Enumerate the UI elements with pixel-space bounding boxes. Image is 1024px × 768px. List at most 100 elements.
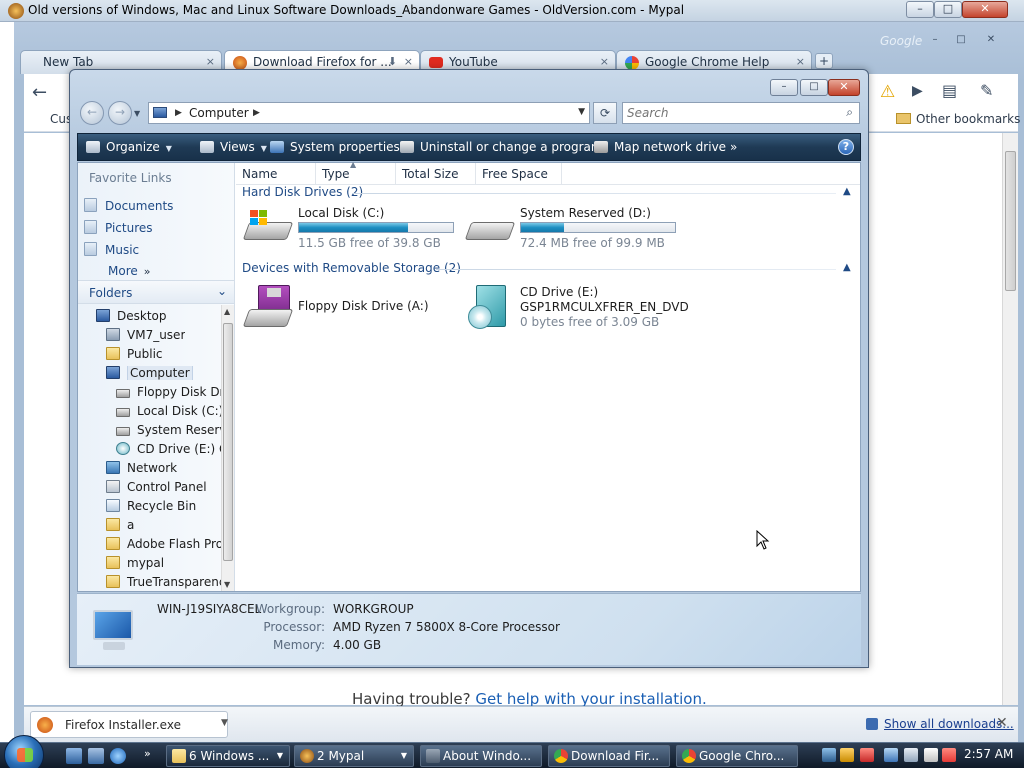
taskbar-clock[interactable]: 2:57 AM bbox=[964, 747, 1013, 761]
tree-node-mypal[interactable]: mypal bbox=[106, 556, 164, 570]
map-network-drive-button[interactable]: Map network drive bbox=[594, 140, 726, 154]
help-icon[interactable]: ? bbox=[838, 139, 854, 155]
download-item[interactable]: Firefox Installer.exe ▼ bbox=[30, 711, 228, 738]
tab-close-icon[interactable]: × bbox=[796, 55, 805, 68]
breadcrumb-separator-icon[interactable]: ▶ bbox=[175, 108, 182, 118]
explorer-forward-button[interactable] bbox=[108, 101, 132, 125]
explorer-search-box[interactable]: ⌕ bbox=[622, 102, 860, 124]
taskbar-button-about-windows[interactable]: About Windo... bbox=[420, 745, 542, 767]
collapse-group-icon[interactable]: ▲ bbox=[843, 262, 851, 273]
column-header-total-size[interactable]: Total Size bbox=[396, 163, 476, 185]
tree-node-public[interactable]: Public bbox=[106, 347, 163, 361]
system-properties-button[interactable]: System properties bbox=[270, 140, 400, 154]
address-dropdown-icon[interactable]: ▼ bbox=[578, 107, 585, 117]
drive-cd-e[interactable]: CD Drive (E:) GSP1RMCULXFRER_EN_DVD 0 by… bbox=[466, 285, 716, 337]
scrollbar-thumb[interactable] bbox=[223, 323, 233, 561]
tab-close-icon[interactable]: × bbox=[206, 55, 215, 68]
security-alert-icon[interactable] bbox=[860, 748, 874, 762]
tree-node-system-reserved[interactable]: System Reserve bbox=[116, 423, 221, 437]
taskbar-button-download-firefox[interactable]: Download Fir... bbox=[548, 745, 670, 767]
chrome-maximize-button[interactable]: □ bbox=[950, 34, 972, 48]
search-input[interactable] bbox=[627, 105, 827, 121]
explorer-close-button[interactable]: ✕ bbox=[828, 79, 860, 96]
folder-tree-scrollbar[interactable]: ▲ ▼ bbox=[221, 305, 234, 591]
breadcrumb-separator-icon[interactable]: ▶ bbox=[253, 108, 260, 118]
tree-node-network[interactable]: Network bbox=[106, 461, 177, 475]
scroll-down-icon[interactable]: ▼ bbox=[224, 580, 230, 589]
explorer-back-button[interactable] bbox=[80, 101, 104, 125]
tree-node-floppy[interactable]: Floppy Disk Dr bbox=[116, 385, 221, 399]
uninstall-program-button[interactable]: Uninstall or change a program bbox=[400, 140, 603, 154]
explorer-address-bar[interactable]: ▶ Computer ▶ ▼ bbox=[148, 102, 590, 124]
page-scrollbar[interactable] bbox=[1002, 133, 1018, 705]
show-all-downloads-link[interactable]: Show all downloads... bbox=[866, 717, 1014, 731]
search-icon[interactable]: ⌕ bbox=[846, 105, 853, 120]
views-button[interactable]: Views ▼ bbox=[200, 140, 267, 154]
tray-extra-icon[interactable] bbox=[924, 748, 938, 762]
show-desktop-icon[interactable] bbox=[66, 748, 82, 764]
scroll-up-icon[interactable]: ▲ bbox=[224, 307, 230, 316]
security-shield-icon[interactable] bbox=[840, 748, 854, 762]
favorite-link-documents[interactable]: Documents bbox=[84, 198, 173, 213]
new-tab-button[interactable]: + bbox=[815, 53, 833, 69]
tree-node-user[interactable]: VM7_user bbox=[106, 328, 185, 342]
wrench-icon[interactable]: ✎ bbox=[980, 81, 993, 100]
tree-node-control-panel[interactable]: Control Panel bbox=[106, 480, 207, 494]
internet-explorer-icon[interactable] bbox=[110, 748, 126, 764]
group-header-removable-storage[interactable]: Devices with Removable Storage (2) bbox=[242, 261, 461, 275]
drive-system-reserved-d[interactable]: System Reserved (D:) 72.4 MB free of 99.… bbox=[464, 206, 686, 252]
mypal-close-button[interactable]: ✕ bbox=[962, 1, 1008, 18]
collapse-group-icon[interactable]: ▲ bbox=[843, 186, 851, 197]
taskbar-button-windows-group[interactable]: 6 Windows ... ▼ bbox=[166, 745, 290, 767]
favorite-links-more[interactable]: More » bbox=[108, 264, 150, 278]
chrome-close-button[interactable]: ✕ bbox=[980, 34, 1002, 48]
warning-icon[interactable]: ⚠ bbox=[880, 82, 895, 102]
start-button[interactable] bbox=[4, 735, 44, 768]
switch-windows-icon[interactable] bbox=[88, 748, 104, 764]
favorite-link-music[interactable]: Music bbox=[84, 242, 139, 257]
favorite-link-pictures[interactable]: Pictures bbox=[84, 220, 153, 235]
tray-warning-icon[interactable] bbox=[942, 748, 956, 762]
play-arrow-icon[interactable]: ▶ bbox=[912, 83, 923, 99]
download-menu-arrow-icon[interactable]: ▼ bbox=[221, 718, 228, 728]
explorer-minimize-button[interactable]: – bbox=[770, 79, 798, 96]
column-header-name[interactable]: Name bbox=[236, 163, 316, 185]
chrome-minimize-button[interactable]: – bbox=[924, 34, 946, 48]
drive-floppy-a[interactable]: Floppy Disk Drive (A:) bbox=[242, 285, 464, 331]
network-icon[interactable] bbox=[884, 748, 898, 762]
explorer-maximize-button[interactable]: □ bbox=[800, 79, 828, 96]
back-arrow-icon[interactable]: ← bbox=[32, 82, 47, 103]
folders-header[interactable]: Folders ⌄ bbox=[78, 280, 234, 304]
tab-close-icon[interactable]: × bbox=[600, 55, 609, 68]
page-menu-icon[interactable]: ▤ bbox=[942, 81, 957, 100]
mypal-minimize-button[interactable]: – bbox=[906, 1, 934, 18]
tree-node-recycle-bin[interactable]: Recycle Bin bbox=[106, 499, 196, 513]
group-header-hard-disk-drives[interactable]: Hard Disk Drives (2) bbox=[242, 185, 363, 199]
drive-local-disk-c[interactable]: Local Disk (C:) 11.5 GB free of 39.8 GB bbox=[242, 206, 464, 252]
tree-node-adobe-flash[interactable]: Adobe Flash Pro bbox=[106, 537, 221, 551]
tree-node-local-disk[interactable]: Local Disk (C:) bbox=[116, 404, 221, 418]
other-bookmarks-button[interactable]: Other bookmarks bbox=[896, 112, 1020, 126]
organize-button[interactable]: Organize ▼ bbox=[86, 140, 172, 154]
downloads-bar-close-icon[interactable]: ✕ bbox=[996, 715, 1008, 731]
taskbar-button-mypal-group[interactable]: 2 Mypal ▼ bbox=[294, 745, 414, 767]
column-header-free-space[interactable]: Free Space bbox=[476, 163, 562, 185]
more-commands-button[interactable]: » bbox=[730, 140, 737, 154]
tree-node-truetransparency[interactable]: TrueTransparenc bbox=[106, 575, 221, 589]
quick-launch-more-icon[interactable]: » bbox=[144, 747, 151, 760]
taskbar-button-google-chrome[interactable]: Google Chro... bbox=[676, 745, 798, 767]
tree-node-folder-a[interactable]: a bbox=[106, 518, 134, 532]
scrollbar-thumb[interactable] bbox=[1005, 151, 1016, 291]
tree-node-cd-drive[interactable]: CD Drive (E:) G bbox=[116, 442, 221, 456]
recent-pages-arrow-icon[interactable]: ▼ bbox=[134, 109, 140, 118]
refresh-button[interactable]: ⟳ bbox=[593, 102, 617, 124]
breadcrumb-computer[interactable]: Computer bbox=[189, 106, 249, 120]
tab-close-icon[interactable]: × bbox=[404, 55, 413, 68]
tree-node-computer[interactable]: Computer bbox=[106, 366, 193, 380]
chevron-down-icon[interactable]: ⌄ bbox=[217, 284, 227, 298]
column-header-type[interactable]: ▲ Type bbox=[316, 160, 396, 185]
volume-muted-icon[interactable] bbox=[904, 748, 918, 762]
tree-node-desktop[interactable]: Desktop bbox=[96, 309, 167, 323]
mypal-maximize-button[interactable]: □ bbox=[934, 1, 962, 18]
tray-app-icon[interactable] bbox=[822, 748, 836, 762]
